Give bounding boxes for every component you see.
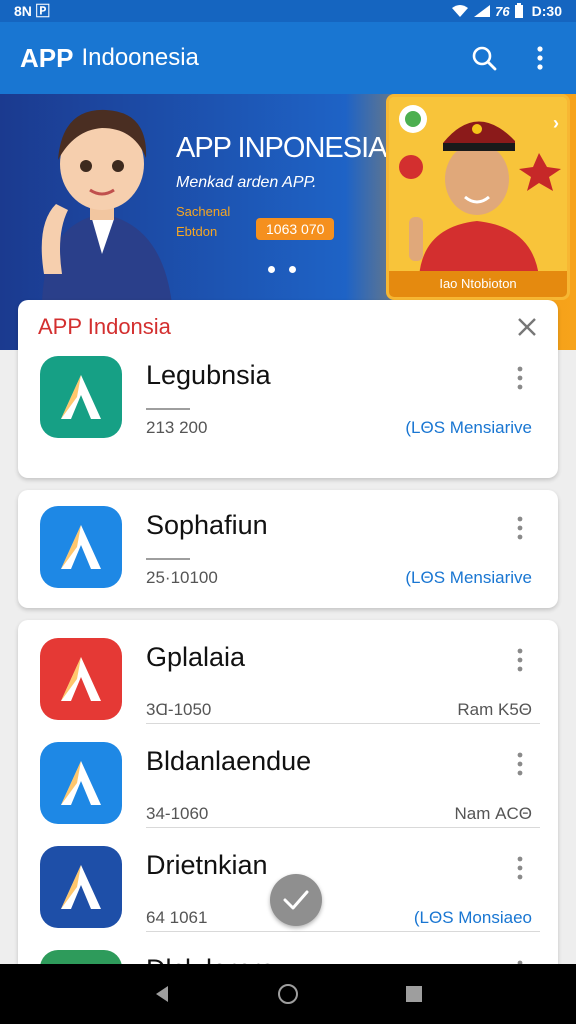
banner-details: Sachenal Ebtdon: [176, 202, 230, 242]
app-status-link[interactable]: (LΘS Mensiarive: [405, 418, 532, 438]
app-icon: [40, 356, 122, 438]
banner-detail-2: Ebtdon: [176, 224, 218, 239]
app-name: Bldanlaendue: [146, 746, 312, 776]
section-title: APP Indonsia: [38, 314, 171, 339]
featured-apps-card: APP Indonsia Legubnsia 213 200 (LΘS Mensia…: [18, 300, 558, 478]
app-size: 213 200: [146, 418, 208, 437]
app-icon: [40, 638, 122, 720]
app-name: Gplalaia: [146, 642, 246, 672]
app-name: Drietnkian: [146, 850, 268, 880]
more-vert-icon[interactable]: [512, 854, 528, 882]
app-logo: APP: [20, 43, 73, 74]
status-time: D:30: [531, 3, 562, 19]
more-vert-icon[interactable]: [512, 514, 528, 542]
app-logo-text: APP: [20, 42, 74, 73]
app-status-link[interactable]: (LΘS Mensiarive: [405, 568, 532, 588]
app-name: Sophafiun: [146, 510, 268, 540]
app-logo-icon: [61, 761, 101, 805]
app-list-item[interactable]: Legubnsia 213 200 (LΘS Mensiarive: [18, 338, 558, 442]
app-title: Indoonesia: [81, 44, 199, 71]
more-vert-icon: [537, 46, 543, 70]
app-size: 25·10100: [146, 568, 218, 587]
app-status-link[interactable]: Nam ΑCΘ: [455, 804, 532, 824]
promo-caption: Iao Ntobioton: [389, 271, 567, 297]
app-list-item[interactable]: Dlclulorpra: [18, 932, 558, 965]
app-icon: [40, 846, 122, 928]
battery-level: 76: [495, 3, 510, 19]
app-size: 34-1060: [146, 804, 209, 823]
chevron-right-icon[interactable]: ›: [553, 113, 559, 134]
status-carrier: 8N 🄿: [14, 3, 50, 19]
carousel-indicator: [268, 266, 296, 273]
signal-icon: [474, 5, 491, 17]
overflow-menu-button[interactable]: [524, 42, 556, 74]
officer-illustration: [389, 97, 567, 277]
app-bar: APP Indoonesia: [0, 22, 576, 94]
separator-line: [146, 558, 190, 560]
app-name: Legubnsia: [146, 360, 271, 390]
more-vert-icon[interactable]: [512, 646, 528, 674]
confirm-fab[interactable]: [270, 874, 322, 926]
app-icon: [40, 950, 122, 965]
app-icon: [40, 506, 122, 588]
app-size: 3Ɑ-1050: [146, 700, 212, 719]
system-nav-bar: [0, 964, 576, 1024]
app-logo-icon: [61, 657, 101, 701]
app-icon: [40, 742, 122, 824]
battery-icon: [514, 3, 523, 18]
search-button[interactable]: [468, 42, 500, 74]
banner-detail-1: Sachenal: [176, 204, 231, 219]
back-icon[interactable]: [152, 984, 172, 1004]
app-list-item[interactable]: Bldanlaendue 34-1060 Nam ΑCΘ: [18, 724, 558, 828]
wifi-icon: [452, 5, 469, 17]
more-vert-icon[interactable]: [512, 364, 528, 392]
app-list-item[interactable]: Gplalaia 3Ɑ-1050 Ram K5Θ: [18, 620, 558, 724]
banner-subtitle: Menkad arden APP.: [176, 174, 317, 191]
app-logo-icon: [61, 865, 101, 909]
promo-card[interactable]: › Iao Ntobioton: [386, 94, 570, 300]
recents-icon[interactable]: [404, 984, 424, 1004]
app-list-item[interactable]: Sophafiun 25·10100 (LΘS Mensiarive: [18, 488, 558, 592]
home-icon[interactable]: [276, 982, 300, 1006]
app-status-link[interactable]: (LΘS Monsiaeo: [414, 908, 532, 928]
banner-title: APP INPONESIA: [176, 132, 387, 164]
status-bar: 8N 🄿 76 D:30: [0, 0, 576, 22]
close-icon[interactable]: [516, 316, 538, 338]
more-vert-icon[interactable]: [512, 750, 528, 778]
check-icon: [283, 890, 309, 910]
app-logo-icon: [61, 375, 101, 419]
app-status-link[interactable]: Ram K5Θ: [457, 700, 532, 720]
app-card: Sophafiun 25·10100 (LΘS Mensiarive: [18, 490, 558, 608]
mascot-illustration: [41, 109, 172, 304]
banner-badge: 1063 070: [256, 218, 335, 240]
search-icon: [472, 46, 497, 71]
app-logo-icon: [61, 525, 101, 569]
separator-line: [146, 408, 190, 410]
app-size: 64 1061: [146, 908, 208, 927]
